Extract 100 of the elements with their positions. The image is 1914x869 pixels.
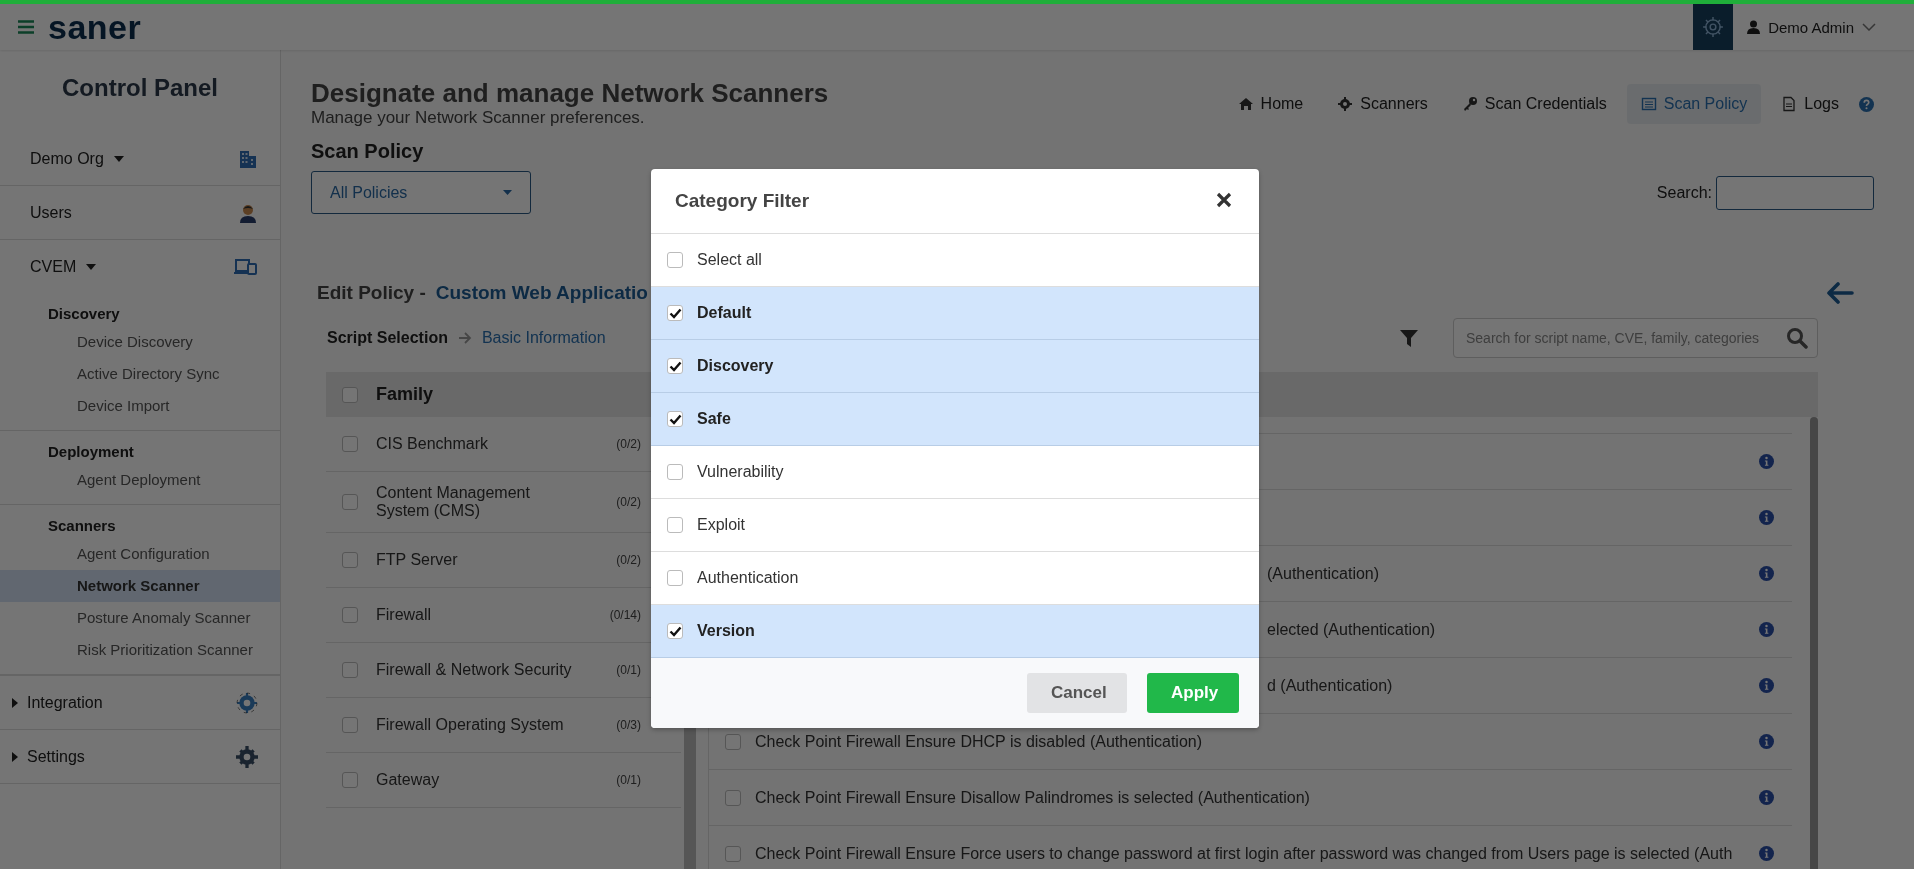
checkbox[interactable] (342, 662, 358, 678)
sidebar-item[interactable]: Demo Org (30, 149, 104, 168)
script-count: (0/2) (616, 495, 641, 509)
arrow-icon (457, 332, 472, 344)
script-count: (0/2) (616, 437, 641, 451)
panel-title: Control Panel (61, 73, 219, 103)
checkbox[interactable] (342, 717, 358, 733)
info-icon[interactable] (1759, 566, 1774, 581)
script-name: Check Point Firewall Ensure Disallow Palindromes is selected (Authentication) (755, 788, 1310, 807)
help-icon[interactable] (1859, 96, 1874, 112)
building-icon (238, 148, 258, 169)
family-name: Firewall Operating System (376, 716, 565, 734)
option-label[interactable]: Select all (697, 251, 762, 269)
checkbox[interactable] (667, 623, 683, 639)
sidebar-item[interactable]: Settings (27, 747, 85, 766)
nav-tab[interactable]: Logs (1767, 84, 1853, 124)
caret-icon[interactable] (113, 155, 124, 162)
policy-dropdown[interactable]: All Policies (311, 171, 531, 214)
sidebar-item[interactable]: CVEM (30, 257, 77, 276)
sidebar-link[interactable]: Risk Prioritization Scanner (0, 634, 280, 666)
search-field[interactable] (1716, 175, 1874, 210)
sidebar-item[interactable]: Users (30, 203, 72, 222)
search-icon[interactable] (1786, 327, 1808, 349)
expand-icon[interactable] (12, 697, 18, 708)
nav-tab[interactable]: Scan Policy (1626, 84, 1762, 124)
close-button[interactable] (1215, 192, 1233, 210)
menu-icon[interactable] (18, 20, 34, 34)
nav-tab[interactable]: Scan Credentials (1447, 84, 1621, 124)
cancel-button[interactable]: Cancel (1027, 673, 1127, 713)
info-icon[interactable] (1759, 846, 1774, 861)
info-icon[interactable] (1759, 510, 1774, 525)
nav-tab[interactable]: Scanners (1323, 84, 1442, 124)
sidebar-link[interactable]: Device Discovery (0, 326, 280, 358)
user-icon (1747, 20, 1761, 34)
checkbox[interactable] (667, 305, 683, 321)
script-name: Check Point Firewall Ensure DHCP is disabled (Authentication) (755, 732, 1202, 751)
option-label[interactable]: Vulnerability (697, 463, 784, 481)
caret-icon[interactable] (503, 190, 512, 195)
checkbox[interactable] (725, 845, 741, 862)
script-name: elected (Authentication) (1267, 620, 1436, 639)
settings-button[interactable] (1693, 4, 1734, 50)
sidebar-item[interactable]: Integration (27, 693, 103, 712)
logo: saner (48, 10, 142, 44)
info-icon[interactable] (1759, 622, 1774, 637)
checkbox[interactable] (342, 772, 358, 788)
column-header: Family (376, 384, 434, 405)
script-count: (0/1) (616, 773, 641, 787)
option-label[interactable]: Safe (697, 410, 731, 428)
script-count: (0/1) (616, 663, 641, 677)
checkbox[interactable] (342, 607, 358, 623)
checkbox[interactable] (667, 358, 683, 374)
user-name[interactable]: Demo Admin (1768, 18, 1854, 36)
home-icon (1237, 96, 1254, 112)
checkbox[interactable] (725, 789, 741, 806)
apply-button[interactable]: Apply (1147, 673, 1239, 713)
family-name: Gateway (376, 771, 441, 789)
script-count: (0/3) (616, 718, 641, 732)
sidebar-link[interactable]: Device Import (0, 390, 280, 422)
expand-icon[interactable] (12, 751, 18, 762)
option-label[interactable]: Default (697, 304, 752, 322)
option-label[interactable]: Version (697, 622, 755, 640)
nav-tab[interactable]: Home (1223, 84, 1318, 124)
info-icon[interactable] (1759, 734, 1774, 749)
sidebar-link[interactable]: Posture Anomaly Scanner (0, 602, 280, 634)
sidebar-link[interactable]: Active Directory Sync (0, 358, 280, 390)
checkbox[interactable] (667, 517, 683, 533)
caret-icon[interactable] (86, 263, 97, 270)
settings-icon[interactable] (1702, 16, 1725, 38)
back-arrow-icon[interactable] (1826, 282, 1854, 304)
sidebar-link[interactable]: Agent Configuration (0, 538, 280, 570)
info-icon[interactable] (1759, 790, 1774, 805)
family-name: Content Management System (CMS) (376, 484, 531, 520)
option-label[interactable]: Authentication (697, 569, 799, 587)
policy-name: Custom Web Applicatio (435, 282, 648, 304)
checkbox[interactable] (342, 386, 358, 403)
sidebar-link[interactable]: Agent Deployment (0, 464, 280, 496)
checkbox[interactable] (667, 570, 683, 586)
step-link[interactable]: Script Selection (327, 329, 448, 347)
checkbox[interactable] (342, 494, 358, 510)
info-icon[interactable] (1759, 454, 1774, 469)
step-link[interactable]: Basic Information (481, 329, 606, 347)
checkbox[interactable] (342, 552, 358, 568)
checkbox[interactable] (667, 252, 683, 268)
option-label[interactable]: Discovery (697, 357, 774, 375)
person-icon (238, 202, 258, 223)
filter-icon[interactable] (1399, 328, 1419, 348)
checkbox[interactable] (667, 464, 683, 480)
gear-icon (236, 745, 258, 768)
sidebar-link[interactable]: Network Scanner (0, 570, 280, 602)
checkbox[interactable] (667, 411, 683, 427)
family-name: Firewall (376, 606, 433, 624)
dialog-title: Category Filter (675, 190, 810, 212)
group-title: Scanners (47, 516, 117, 536)
checkbox[interactable] (725, 733, 741, 750)
chevron-icon[interactable] (1862, 23, 1876, 31)
info-icon[interactable] (1759, 678, 1774, 693)
scrollbar[interactable] (1810, 417, 1818, 869)
family-name: Firewall & Network Security (376, 661, 573, 679)
option-label[interactable]: Exploit (697, 516, 746, 534)
checkbox[interactable] (342, 436, 358, 452)
